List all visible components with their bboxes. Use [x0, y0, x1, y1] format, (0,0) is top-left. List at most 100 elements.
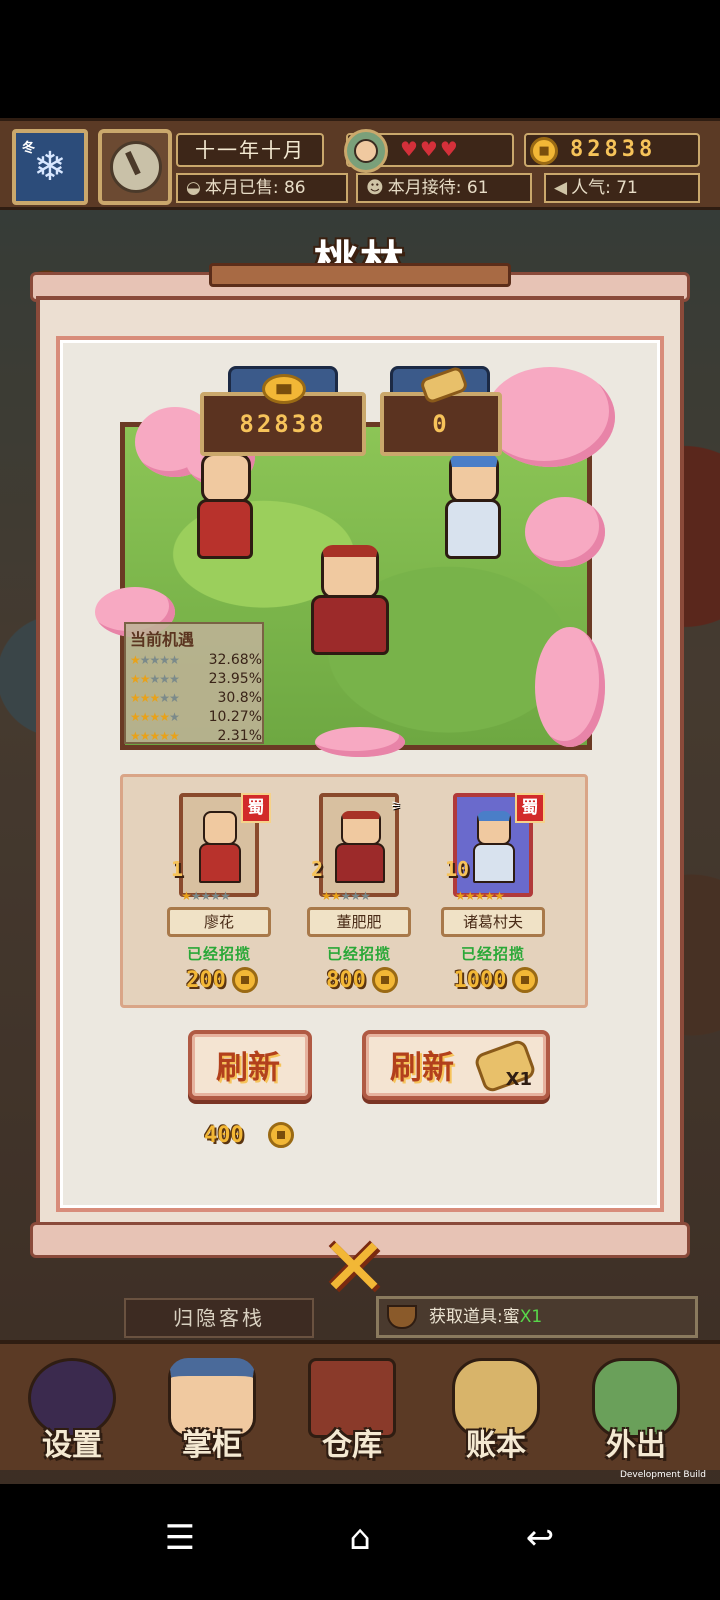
- hero-name: 董肥肥: [307, 907, 411, 937]
- served-value: 61: [466, 178, 489, 198]
- dev-build-label: Development Build: [619, 1470, 706, 1480]
- sold-label: 本月已售:: [204, 178, 279, 198]
- gold-display: 82838: [524, 133, 700, 167]
- star-rating: ★★★★★: [130, 709, 180, 724]
- blossom-decoration: [535, 627, 605, 747]
- home-icon[interactable]: ⌂: [330, 1508, 390, 1568]
- refresh-scroll-button[interactable]: 刷新 X1: [362, 1030, 550, 1100]
- hire-price: 200: [167, 967, 277, 993]
- hire-price: 1000: [441, 967, 551, 993]
- refresh-label: 刷新: [390, 1048, 455, 1086]
- hero-level: 2: [311, 857, 324, 881]
- hire-list: 1 蜀 ★★★★★ 廖花 已经招揽 200 2 ⚞ ★★★★★ 董肥肥 已经招揽…: [120, 774, 588, 1008]
- acquire-label: 获取道具:蜜: [429, 1307, 520, 1327]
- scene-coin-value: 82838: [239, 410, 327, 438]
- clock-button[interactable]: [98, 129, 172, 205]
- popularity-stat: ◀ 人气: 71: [544, 173, 700, 203]
- snowflake-icon: ❄: [33, 144, 67, 190]
- odds-percent: 32.68%: [208, 651, 262, 668]
- odds-row: ★★★★★ 30.8%: [126, 688, 262, 707]
- megaphone-icon: ◀: [554, 178, 568, 198]
- hearts-icon: ♥♥♥: [400, 137, 460, 161]
- blossom-decoration: [485, 367, 615, 467]
- clock-icon: [110, 141, 162, 193]
- coin-icon: [267, 1122, 294, 1148]
- nav-settings[interactable]: 设置: [12, 1352, 132, 1468]
- coin-icon: [231, 967, 258, 993]
- scene-scroll-sign: 0: [380, 365, 502, 456]
- coin-icon: [371, 967, 398, 993]
- coin-stack-icon: [262, 374, 306, 404]
- refresh-cost: 400: [204, 1122, 294, 1148]
- star-rating: ★★★★★: [455, 889, 505, 903]
- monthly-served-stat: ☻ 本月接待: 61: [356, 173, 532, 203]
- nav-manager[interactable]: 掌柜: [152, 1352, 272, 1468]
- gold-amount: 82838: [570, 137, 657, 162]
- season-indicator[interactable]: 冬 ❄: [12, 129, 88, 205]
- menu-icon[interactable]: ☰: [150, 1508, 210, 1568]
- star-rating: ★★★★★: [130, 690, 180, 705]
- refresh-label: 刷新: [216, 1048, 281, 1086]
- odds-row: ★★★★★ 23.95%: [126, 669, 262, 688]
- hero-level: 10: [445, 857, 470, 881]
- nav-label: 仓库: [322, 1428, 382, 1463]
- season-label: 冬: [22, 141, 36, 156]
- back-icon[interactable]: ↩: [510, 1508, 570, 1568]
- nav-label: 账本: [466, 1428, 526, 1463]
- odds-percent: 2.31%: [217, 727, 262, 744]
- favor-bar: ♥♥♥: [344, 129, 514, 173]
- dish-icon: ◒: [186, 178, 201, 198]
- nav-ledger[interactable]: 账本: [436, 1352, 556, 1468]
- blossom-decoration: [315, 727, 405, 757]
- date-display: 十一年十月: [176, 133, 324, 167]
- scene-scroll-value: 0: [432, 410, 450, 438]
- star-rating: ★★★★★: [181, 889, 231, 903]
- star-rating: ★★★★★: [130, 652, 180, 667]
- odds-row: ★★★★★ 10.27%: [126, 707, 262, 726]
- price-value: 200: [186, 967, 226, 993]
- blossom-decoration: [525, 497, 605, 567]
- nav-outing[interactable]: 外出: [576, 1352, 696, 1468]
- faction-badge: 蜀: [241, 793, 271, 823]
- hire-price: 800: [307, 967, 417, 993]
- popularity-label: 人气:: [571, 178, 611, 198]
- guest-icon: ☻: [366, 178, 384, 198]
- price-value: 800: [326, 967, 366, 993]
- nav-label: 掌柜: [182, 1428, 242, 1463]
- honey-pot-icon: [387, 1305, 417, 1329]
- sign-icon: ⚞: [390, 799, 402, 813]
- refresh-coin-button[interactable]: 刷新: [188, 1030, 312, 1100]
- odds-box: 当前机遇 ★★★★★ 32.68% ★★★★★ 23.95% ★★★★★ 30.8% ★★★…: [124, 622, 264, 744]
- odds-percent: 10.27%: [208, 708, 262, 725]
- popularity-value: 71: [616, 178, 638, 198]
- system-nav-bar: ☰ ⌂ ↩: [0, 1484, 720, 1600]
- acquire-count: X1: [519, 1307, 543, 1327]
- nav-warehouse[interactable]: 仓库: [292, 1352, 412, 1468]
- price-value: 1000: [453, 967, 507, 993]
- served-label: 本月接待:: [387, 178, 462, 198]
- hired-status: 已经招揽: [186, 945, 251, 963]
- scroll-count: X1: [505, 1069, 532, 1090]
- coin-icon: [530, 137, 558, 165]
- star-rating: ★★★★★: [130, 671, 180, 686]
- bottom-nav: 设置 掌柜 仓库 账本 外出: [0, 1340, 720, 1470]
- refresh-cost-value: 400: [204, 1122, 244, 1148]
- scene-coin-sign: 82838: [200, 366, 366, 456]
- nav-label: 外出: [606, 1428, 666, 1463]
- coin-icon: [512, 967, 539, 993]
- status-bar-area: [0, 0, 720, 118]
- hero-level: 1: [171, 857, 184, 881]
- nav-label: 设置: [42, 1428, 102, 1463]
- star-rating: ★★★★★: [130, 728, 180, 743]
- avatar[interactable]: [344, 129, 388, 173]
- odds-row: ★★★★★ 32.68%: [126, 650, 262, 669]
- star-rating: ★★★★★: [321, 889, 371, 903]
- acquire-item-notice: 获取道具:蜜X1: [376, 1296, 698, 1338]
- faction-badge: 蜀: [515, 793, 545, 823]
- odds-row: ★★★★★ 2.31%: [126, 726, 262, 745]
- hero-name: 廖花: [167, 907, 271, 937]
- monthly-sold-stat: ◒ 本月已售: 86: [176, 173, 348, 203]
- odds-percent: 30.8%: [217, 689, 262, 706]
- odds-percent: 23.95%: [208, 670, 262, 687]
- odds-title: 当前机遇: [130, 630, 195, 649]
